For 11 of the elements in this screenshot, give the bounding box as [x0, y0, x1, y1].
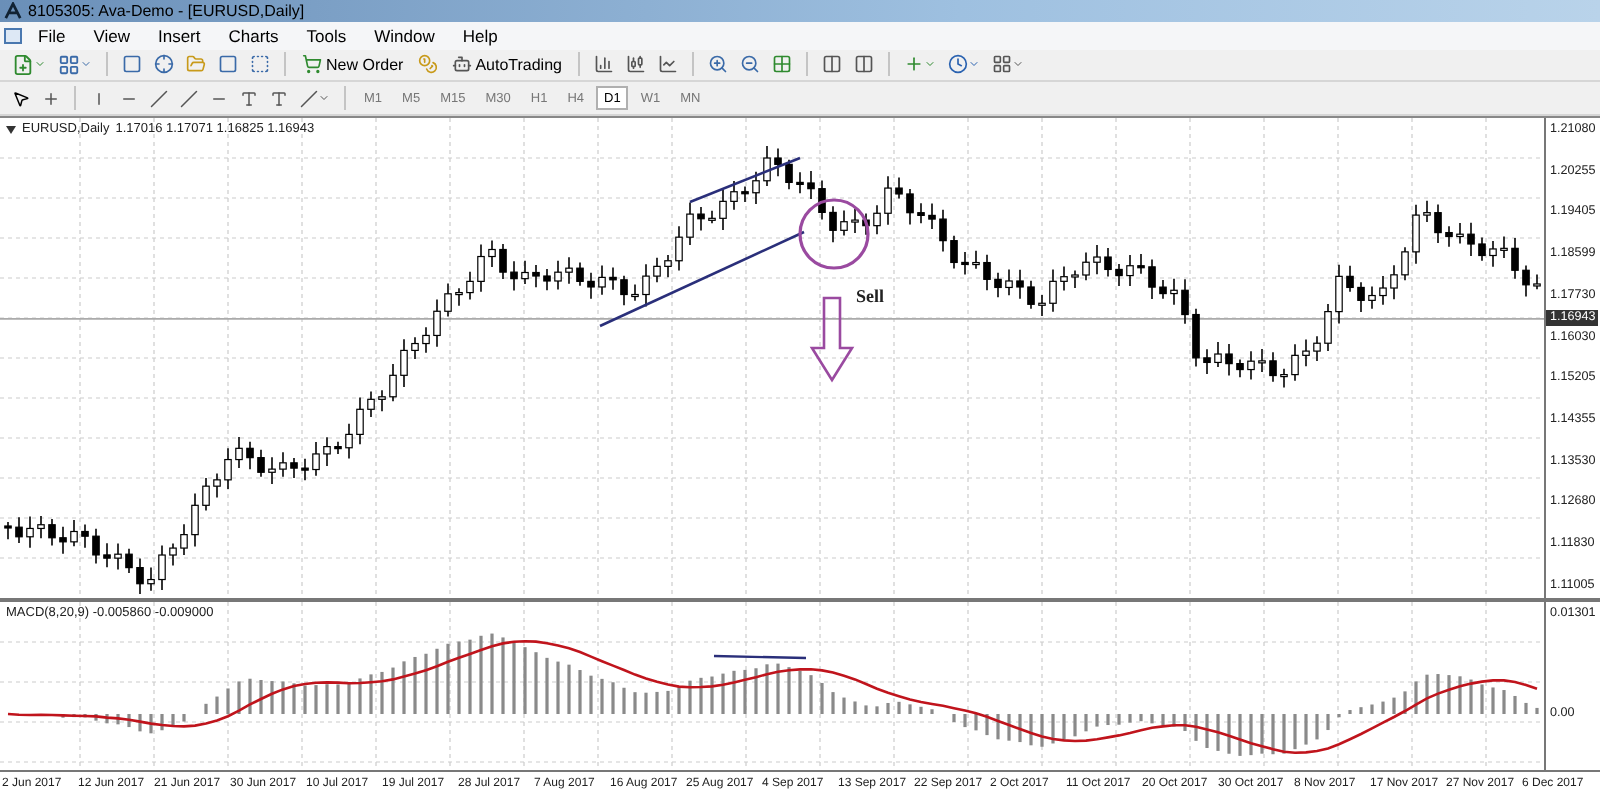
menu-item[interactable]: Charts [216, 25, 291, 46]
menu-item[interactable]: Insert [145, 25, 213, 46]
menu-item[interactable]: Help [450, 25, 510, 46]
new-order-button[interactable]: New Order [296, 50, 410, 79]
menu-item[interactable]: View [81, 25, 142, 46]
auto-trading-button[interactable]: AutoTrading [445, 50, 568, 79]
menu-item[interactable]: File [26, 25, 78, 46]
sell-label: Sell [856, 286, 885, 306]
menu-item[interactable]: Window [362, 25, 447, 46]
window-title: 8105305: Ava-Demo - [EURUSD,Daily] [28, 1, 305, 20]
menu-item[interactable]: Tools [294, 25, 359, 46]
